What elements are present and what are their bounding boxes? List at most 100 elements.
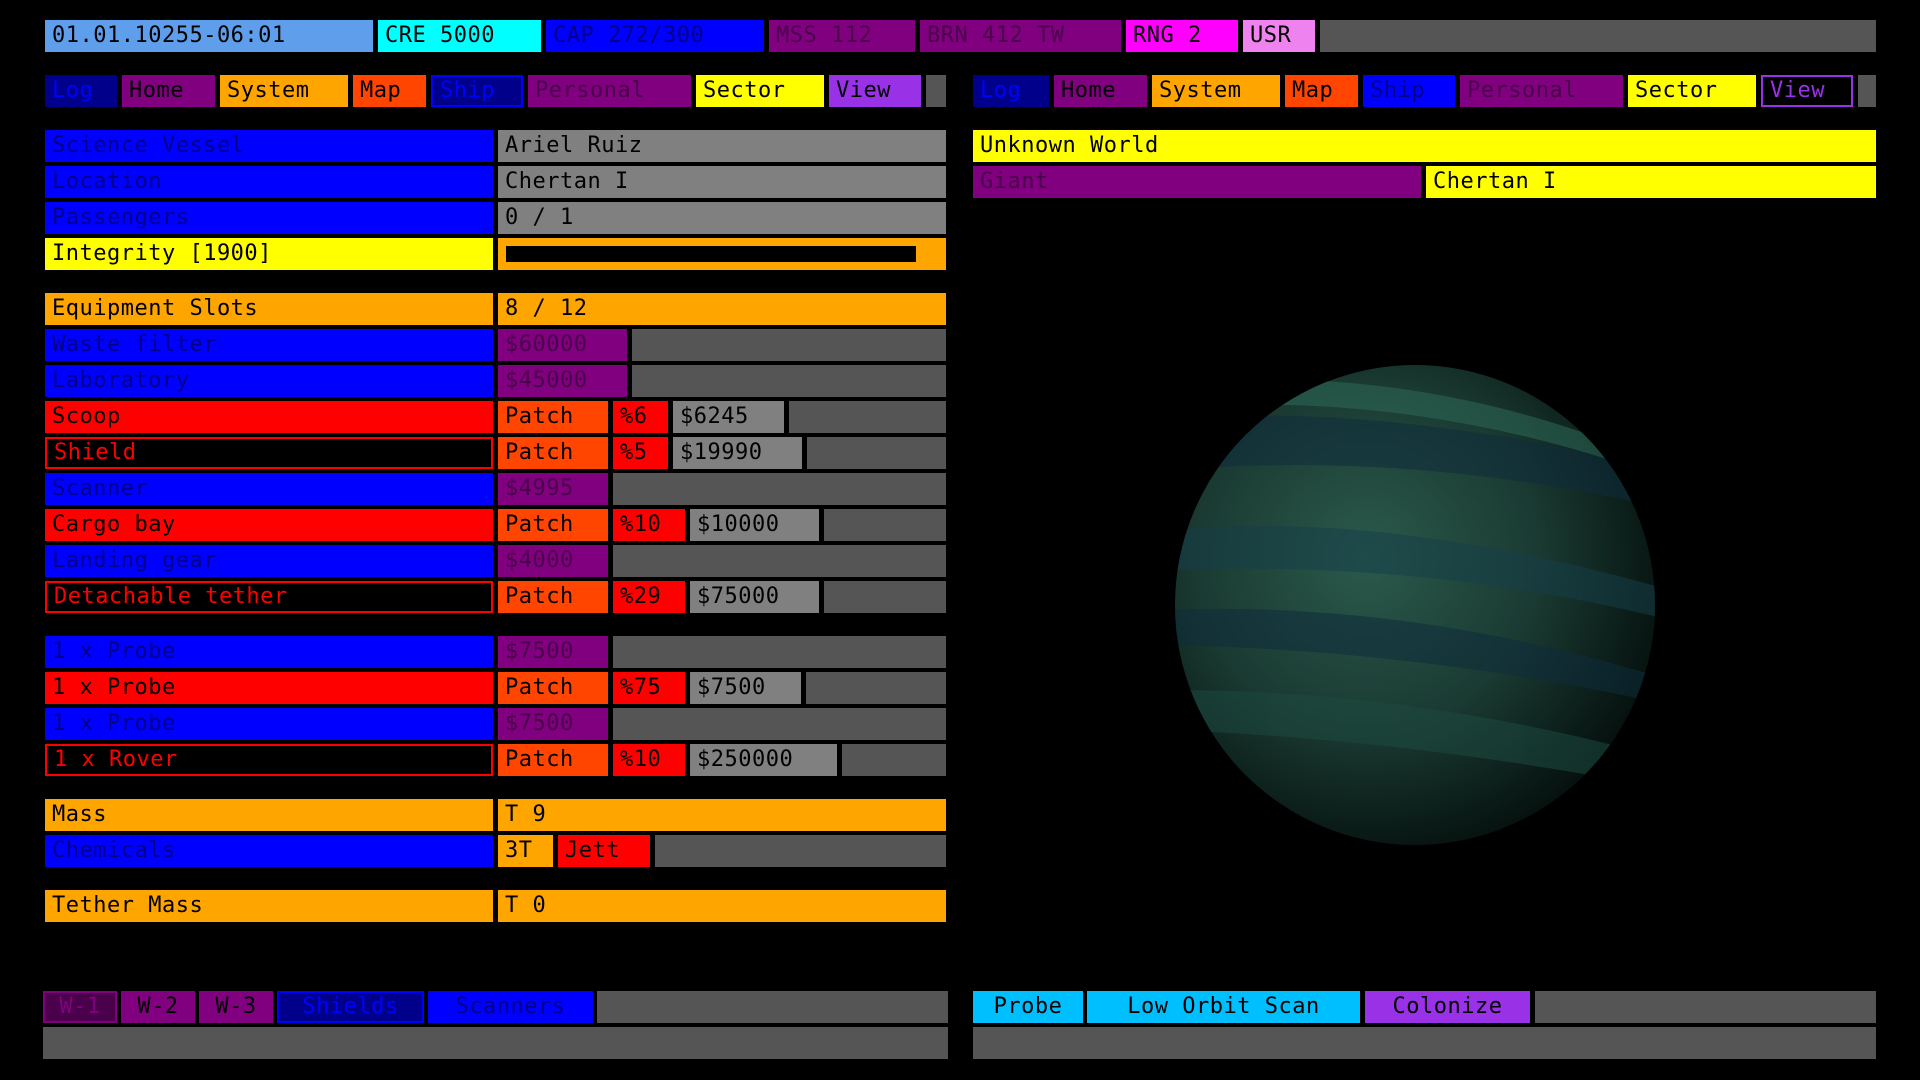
nav-left-filler — [926, 75, 946, 107]
world-title: Unknown World — [973, 130, 1876, 162]
nav-left-personal[interactable]: Personal — [528, 75, 691, 107]
equipment-filler — [632, 365, 946, 397]
chemicals-label[interactable]: Chemicals — [45, 835, 493, 867]
nav-right-system[interactable]: System — [1152, 75, 1280, 107]
equipment-filler — [807, 437, 946, 469]
equipment-filler — [613, 473, 946, 505]
burn-display: BRN 412 TW — [920, 20, 1121, 52]
weapon-3-button[interactable]: W-3 — [199, 991, 273, 1023]
equipment-filler — [789, 401, 946, 433]
bottom-right-message-bar — [973, 1027, 1876, 1059]
patch-button[interactable]: Patch — [498, 744, 608, 776]
integrity-bar-fill — [506, 246, 916, 262]
equipment-filler — [632, 329, 946, 361]
equipment-name[interactable]: Landing gear — [45, 545, 493, 577]
nav-right-personal[interactable]: Personal — [1460, 75, 1623, 107]
slots-label: Equipment Slots — [45, 293, 493, 325]
equipment-name[interactable]: Detachable tether — [45, 581, 493, 613]
probe-name[interactable]: 1 x Probe — [45, 708, 493, 740]
nav-right-sector[interactable]: Sector — [1628, 75, 1756, 107]
mass-value: T 9 — [498, 799, 946, 831]
world-type: Giant — [973, 166, 1421, 198]
location-label: Location — [45, 166, 493, 198]
shields-button[interactable]: Shields — [277, 991, 424, 1023]
patch-button[interactable]: Patch — [498, 509, 608, 541]
repair-cost: $7500 — [690, 672, 801, 704]
equipment-price[interactable]: $45000 — [498, 365, 627, 397]
equipment-filler — [824, 581, 946, 613]
damage-percent: %10 — [613, 509, 685, 541]
nav-left-log[interactable]: Log — [45, 75, 117, 107]
user-display[interactable]: USR — [1243, 20, 1315, 52]
nav-right-log[interactable]: Log — [973, 75, 1049, 107]
location-value: Chertan I — [498, 166, 946, 198]
probe-price[interactable]: $7500 — [498, 708, 608, 740]
jettison-button[interactable]: Jett — [558, 835, 650, 867]
nav-left-ship[interactable]: Ship — [431, 75, 523, 107]
nav-right-map[interactable]: Map — [1285, 75, 1358, 107]
ship-class-label: Science Vessel — [45, 130, 493, 162]
nav-left-view[interactable]: View — [829, 75, 921, 107]
bottom-right-filler — [1535, 991, 1876, 1023]
probe-name[interactable]: 1 x Probe — [45, 672, 493, 704]
repair-cost: $19990 — [673, 437, 802, 469]
repair-cost: $6245 — [673, 401, 784, 433]
colonize-button[interactable]: Colonize — [1365, 991, 1530, 1023]
patch-button[interactable]: Patch — [498, 581, 608, 613]
repair-cost: $250000 — [690, 744, 837, 776]
weapon-2-button[interactable]: W-2 — [121, 991, 195, 1023]
nav-right-home[interactable]: Home — [1054, 75, 1147, 107]
passengers-value: 0 / 1 — [498, 202, 946, 234]
repair-cost: $10000 — [690, 509, 819, 541]
world-name: Chertan I — [1426, 166, 1876, 198]
equipment-name[interactable]: Scanner — [45, 473, 493, 505]
tether-mass-label: Tether Mass — [45, 890, 493, 922]
equipment-name[interactable]: Waste filter — [45, 329, 493, 361]
probe-filler — [613, 708, 946, 740]
bottom-left-message-bar — [43, 1027, 948, 1059]
patch-button[interactable]: Patch — [498, 672, 608, 704]
low-orbit-scan-button[interactable]: Low Orbit Scan — [1087, 991, 1360, 1023]
scanners-button[interactable]: Scanners — [428, 991, 593, 1023]
date-display: 01.01.10255-06:01 — [45, 20, 373, 52]
ship-name[interactable]: Ariel Ruiz — [498, 130, 946, 162]
probe-filler — [842, 744, 946, 776]
weapon-1-button[interactable]: W-1 — [43, 991, 117, 1023]
tether-mass-value: T 0 — [498, 890, 946, 922]
equipment-name[interactable]: Scoop — [45, 401, 493, 433]
planet-view[interactable] — [1170, 360, 1670, 860]
status-filler — [1320, 20, 1876, 52]
probe-name[interactable]: 1 x Probe — [45, 636, 493, 668]
nav-right-filler — [1858, 75, 1876, 107]
nav-left-home[interactable]: Home — [122, 75, 215, 107]
chemicals-qty: 3T — [498, 835, 553, 867]
nav-left-system[interactable]: System — [220, 75, 348, 107]
nav-right-ship[interactable]: Ship — [1363, 75, 1455, 107]
equipment-name[interactable]: Laboratory — [45, 365, 493, 397]
damage-percent: %5 — [613, 437, 668, 469]
integrity-label: Integrity [1900] — [45, 238, 493, 270]
nav-left-sector[interactable]: Sector — [696, 75, 824, 107]
equipment-name[interactable]: Cargo bay — [45, 509, 493, 541]
bottom-left-filler — [597, 991, 948, 1023]
nav-left-map[interactable]: Map — [353, 75, 426, 107]
cargo-filler — [655, 835, 946, 867]
probe-price[interactable]: $7500 — [498, 636, 608, 668]
equipment-name[interactable]: Shield — [45, 437, 493, 469]
probe-button[interactable]: Probe — [973, 991, 1083, 1023]
damage-percent: %10 — [613, 744, 685, 776]
repair-cost: $75000 — [690, 581, 819, 613]
probe-name[interactable]: 1 x Rover — [45, 744, 493, 776]
equipment-price[interactable]: $60000 — [498, 329, 627, 361]
mass-label: Mass — [45, 799, 493, 831]
equipment-filler — [824, 509, 946, 541]
equipment-price[interactable]: $4995 — [498, 473, 608, 505]
nav-right-view[interactable]: View — [1761, 75, 1853, 107]
damage-percent: %29 — [613, 581, 685, 613]
slots-value: 8 / 12 — [498, 293, 946, 325]
patch-button[interactable]: Patch — [498, 437, 608, 469]
equipment-price[interactable]: $4000 — [498, 545, 608, 577]
damage-percent: %75 — [613, 672, 685, 704]
integrity-bar — [498, 238, 946, 270]
patch-button[interactable]: Patch — [498, 401, 608, 433]
